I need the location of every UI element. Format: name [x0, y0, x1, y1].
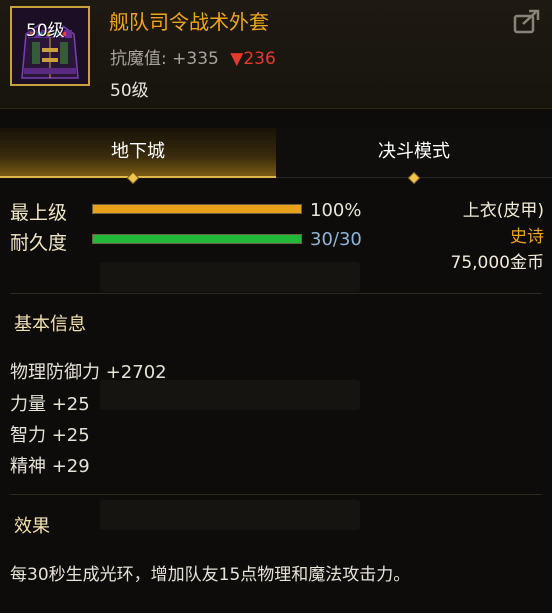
magic-resist-label: 抗魔值:: [110, 49, 167, 69]
magic-resist-change: ▼236: [230, 49, 276, 69]
required-level: 50级: [110, 81, 149, 101]
magic-resist-value: +335: [172, 49, 219, 69]
durability-bar: [92, 234, 302, 244]
magic-resist-line: 抗魔值: +335 ▼236: [110, 44, 276, 69]
background-ghost-row: [100, 500, 360, 530]
background-ghost-row: [100, 262, 360, 292]
effect-description: 每30秒生成光环，增加队友15点物理和魔法攻击力。: [10, 565, 411, 585]
share-icon: [513, 9, 540, 34]
tab-indicator-icon: [408, 172, 420, 184]
stat-physical-defense: 物理防御力 +2702: [10, 362, 167, 383]
tab-duel-mode[interactable]: 决斗模式: [276, 128, 552, 178]
durability-bar-fill: [93, 235, 301, 243]
grade-bar-fill: [93, 205, 301, 213]
share-button[interactable]: [512, 8, 542, 36]
item-header: 50级 舰队司令战术外套 抗魔值: +335 ▼236 50级: [0, 0, 552, 109]
durability-label: 耐久度: [10, 232, 68, 254]
item-price: 75,000金币: [450, 253, 544, 273]
stat-strength: 力量 +25: [10, 394, 90, 415]
item-level-badge: 50级: [26, 21, 65, 41]
basic-info-title: 基本信息: [14, 314, 86, 335]
item-tooltip-panel: 50级 舰队司令战术外套 抗魔值: +335 ▼236 50级 地下城 决斗模式…: [0, 0, 552, 613]
stat-intelligence: 智力 +25: [10, 425, 90, 446]
item-name: 舰队司令战术外套: [109, 10, 269, 34]
divider: [10, 494, 542, 495]
grade-value: 100%: [310, 200, 362, 221]
grade-bar: [92, 204, 302, 214]
tab-indicator-icon: [127, 172, 139, 184]
effect-title: 效果: [14, 516, 50, 537]
item-rarity: 史诗: [510, 227, 544, 247]
grade-label: 最上级: [10, 202, 68, 224]
item-slot: 上衣(皮甲): [462, 201, 544, 221]
item-icon[interactable]: 50级: [10, 6, 90, 86]
divider: [10, 293, 542, 294]
tab-dungeon[interactable]: 地下城: [0, 128, 276, 178]
durability-value: 30/30: [310, 229, 362, 250]
stat-spirit: 精神 +29: [10, 456, 90, 477]
mode-tabs: 地下城 决斗模式: [0, 128, 552, 178]
background-ghost-row: [100, 380, 360, 410]
